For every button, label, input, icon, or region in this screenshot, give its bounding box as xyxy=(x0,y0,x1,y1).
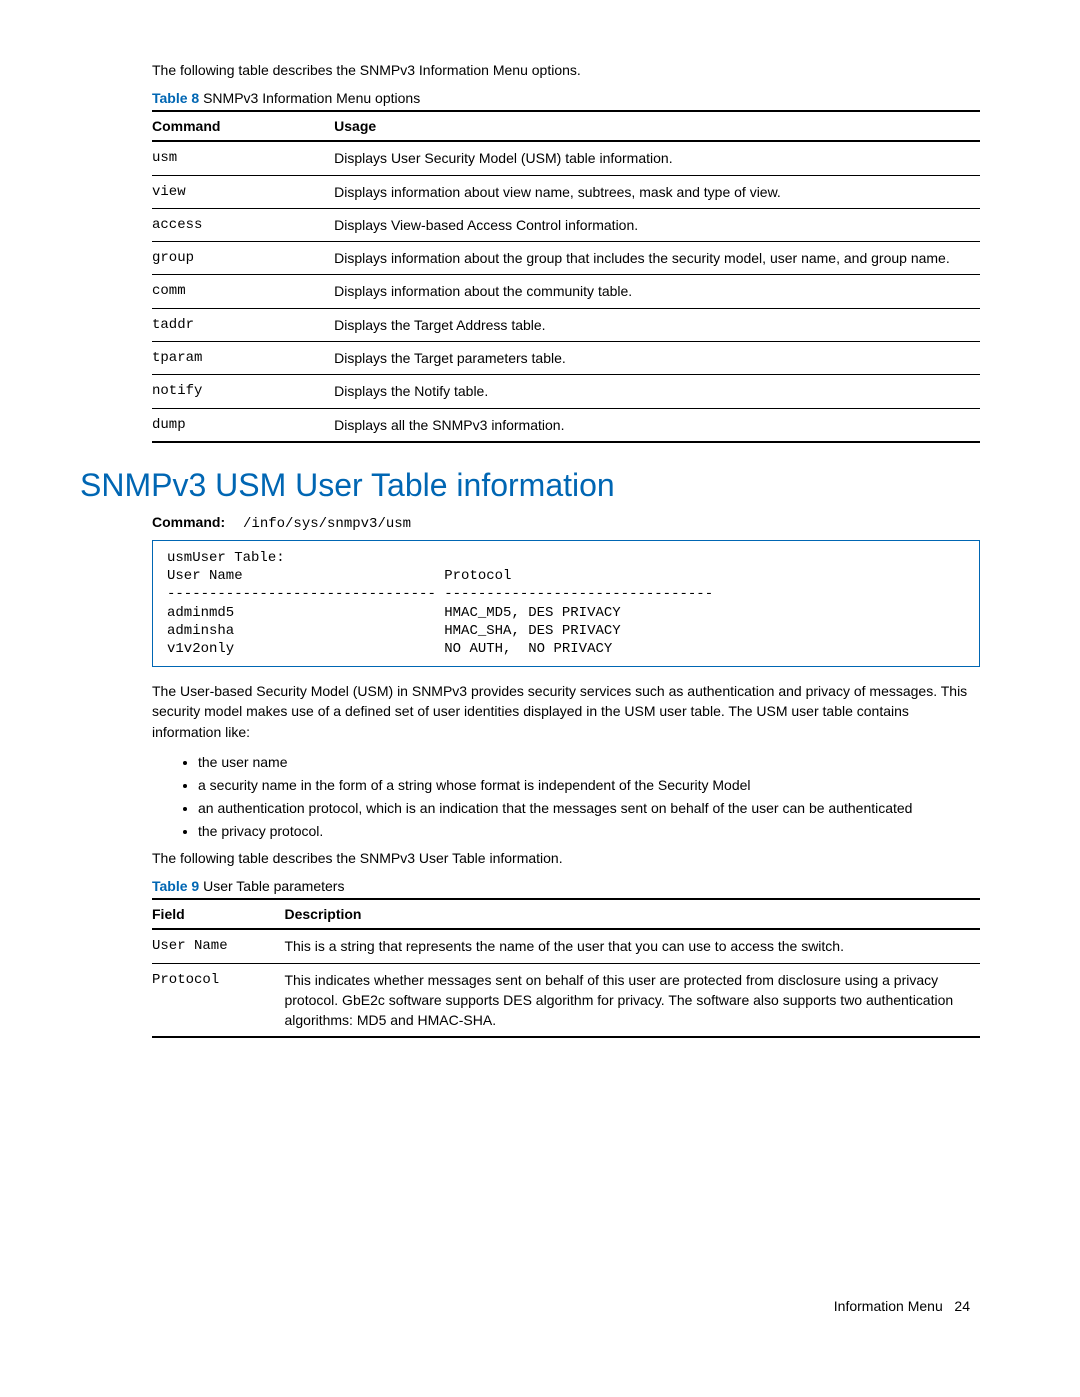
table8-label: Table 8 xyxy=(152,90,199,106)
list-item: the privacy protocol. xyxy=(198,821,980,842)
field-cell: Protocol xyxy=(152,963,284,1037)
table-row: dumpDisplays all the SNMPv3 information. xyxy=(152,408,980,442)
usm-description: The User-based Security Model (USM) in S… xyxy=(152,681,980,742)
desc-cell: This indicates whether messages sent on … xyxy=(284,963,980,1037)
command-line: Command: /info/sys/snmpv3/usm xyxy=(152,514,980,532)
table-row: User NameThis is a string that represent… xyxy=(152,929,980,963)
section-body: Command: /info/sys/snmpv3/usm usmUser Ta… xyxy=(152,514,980,1039)
cmd-cell: comm xyxy=(152,275,334,308)
table-row: viewDisplays information about view name… xyxy=(152,175,980,208)
command-path: /info/sys/snmpv3/usm xyxy=(243,516,411,532)
usage-cell: Displays View-based Access Control infor… xyxy=(334,208,980,241)
list-item: the user name xyxy=(198,752,980,773)
usage-cell: Displays the Target Address table. xyxy=(334,308,980,341)
list-item: a security name in the form of a string … xyxy=(198,775,980,796)
content-area: The following table describes the SNMPv3… xyxy=(152,60,980,443)
table-row: usmDisplays User Security Model (USM) ta… xyxy=(152,141,980,175)
bullet-list: the user name a security name in the for… xyxy=(152,752,980,842)
desc-cell: This is a string that represents the nam… xyxy=(284,929,980,963)
usage-cell: Displays User Security Model (USM) table… xyxy=(334,141,980,175)
footer-page-number: 24 xyxy=(954,1298,970,1314)
page-footer: Information Menu 24 xyxy=(80,1298,980,1314)
usage-cell: Displays all the SNMPv3 information. xyxy=(334,408,980,442)
section-heading: SNMPv3 USM User Table information xyxy=(80,467,980,504)
usage-cell: Displays information about the group tha… xyxy=(334,242,980,275)
table9-title: User Table parameters xyxy=(203,878,344,894)
table-row: commDisplays information about the commu… xyxy=(152,275,980,308)
footer-section: Information Menu xyxy=(834,1298,943,1314)
table9-header-description: Description xyxy=(284,899,980,929)
table-row: taddrDisplays the Target Address table. xyxy=(152,308,980,341)
table9-caption: Table 9 User Table parameters xyxy=(152,878,980,894)
code-output: usmUser Table: User Name Protocol ------… xyxy=(152,540,980,667)
table9-intro: The following table describes the SNMPv3… xyxy=(152,848,980,868)
table-row: groupDisplays information about the grou… xyxy=(152,242,980,275)
table-row: tparamDisplays the Target parameters tab… xyxy=(152,342,980,375)
table8: Command Usage usmDisplays User Security … xyxy=(152,110,980,443)
list-item: an authentication protocol, which is an … xyxy=(198,798,980,819)
cmd-cell: dump xyxy=(152,408,334,442)
cmd-cell: group xyxy=(152,242,334,275)
table-row: notifyDisplays the Notify table. xyxy=(152,375,980,408)
table8-caption: Table 8 SNMPv3 Information Menu options xyxy=(152,90,980,106)
usage-cell: Displays information about the community… xyxy=(334,275,980,308)
usage-cell: Displays information about view name, su… xyxy=(334,175,980,208)
cmd-cell: taddr xyxy=(152,308,334,341)
table8-header-usage: Usage xyxy=(334,111,980,141)
field-cell: User Name xyxy=(152,929,284,963)
intro-paragraph: The following table describes the SNMPv3… xyxy=(152,60,980,80)
table9-header-field: Field xyxy=(152,899,284,929)
table8-header-command: Command xyxy=(152,111,334,141)
table-row: accessDisplays View-based Access Control… xyxy=(152,208,980,241)
cmd-cell: access xyxy=(152,208,334,241)
usage-cell: Displays the Notify table. xyxy=(334,375,980,408)
cmd-cell: notify xyxy=(152,375,334,408)
cmd-cell: view xyxy=(152,175,334,208)
table-row: ProtocolThis indicates whether messages … xyxy=(152,963,980,1037)
usage-cell: Displays the Target parameters table. xyxy=(334,342,980,375)
cmd-cell: tparam xyxy=(152,342,334,375)
command-label: Command: xyxy=(152,514,225,530)
cmd-cell: usm xyxy=(152,141,334,175)
table8-title: SNMPv3 Information Menu options xyxy=(203,90,420,106)
table9-label: Table 9 xyxy=(152,878,199,894)
table9: Field Description User NameThis is a str… xyxy=(152,898,980,1038)
page: The following table describes the SNMPv3… xyxy=(0,0,1080,1354)
